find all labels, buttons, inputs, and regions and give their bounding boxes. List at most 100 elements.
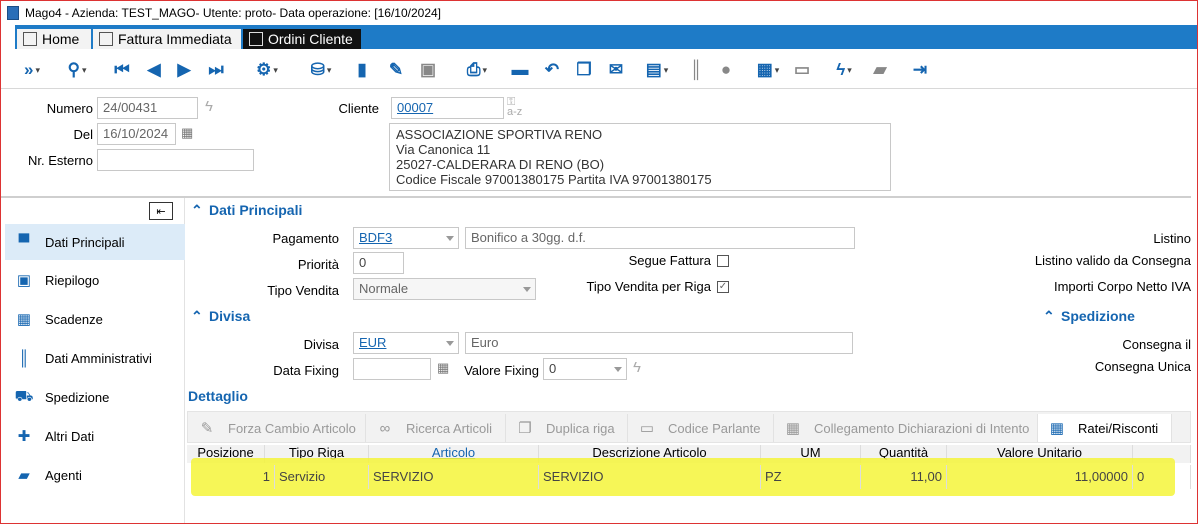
sidebar-item-agenti[interactable]: ▰ Agenti <box>5 457 185 493</box>
exit-icon[interactable]: ⇥ <box>909 59 931 81</box>
user-card-icon: ▀ <box>18 233 30 251</box>
calendar-icon: ▦ <box>16 311 32 328</box>
report-icon[interactable]: ▤ ▾ <box>637 59 677 81</box>
collapse-sidebar-icon[interactable]: ⇤ <box>149 202 173 220</box>
tab-fattura-immediata[interactable]: Fattura Immediata <box>93 29 241 49</box>
sidebar-item-spedizione[interactable]: ⛟ Spedizione <box>5 379 185 415</box>
calendar-icon[interactable]: ▦ <box>437 360 449 376</box>
add-data-icon: ✚ <box>17 428 31 445</box>
sidebar-item-altri-dati[interactable]: ✚ Altri Dati <box>5 418 185 454</box>
edit-icon[interactable]: ✎ <box>385 59 407 81</box>
data-fixing-label: Data Fixing <box>273 363 339 378</box>
priorita-label: Priorità <box>297 257 339 272</box>
save-icon[interactable]: ▣ <box>417 59 439 81</box>
lightning-icon[interactable]: ϟ ▾ <box>825 59 863 81</box>
tab-ordini-cliente[interactable]: Ordini Cliente <box>243 29 361 49</box>
listino-label: Listino <box>1153 231 1191 246</box>
settings-icon[interactable]: ⚙ ▾ <box>247 59 287 81</box>
app-window: Mago4 - Azienda: TEST_MAGO- Utente: prot… <box>0 0 1198 524</box>
duplica-riga-button[interactable]: ❐ Duplica riga <box>506 414 628 442</box>
chevron-down-icon <box>523 287 531 292</box>
divisa-label: Divisa <box>303 337 339 352</box>
truck-icon: ⛟ <box>14 387 34 405</box>
user-icon[interactable]: ● <box>715 59 737 81</box>
detail-grid: Posizione Tipo Riga Articolo Descrizione… <box>187 445 1191 505</box>
ricerca-articoli-button[interactable]: ∞ Ricerca Articoli <box>366 414 506 442</box>
ratei-risconti-button[interactable]: ▦ Ratei/Risconti <box>1038 414 1172 442</box>
segue-fattura-checkbox[interactable] <box>717 255 729 267</box>
del-label: Del <box>73 127 93 142</box>
mail-icon[interactable]: ✉ <box>605 59 627 81</box>
database-icon[interactable]: ⛁ ▾ <box>301 59 341 81</box>
calendar-icon[interactable]: ▦ <box>181 125 193 141</box>
cell-descrizione[interactable]: SERVIZIO <box>539 465 761 489</box>
sidebar-item-scadenze[interactable]: ▦ Scadenze <box>5 301 185 337</box>
briefcase-icon[interactable]: ▰ <box>869 59 891 81</box>
valore-fixing-field[interactable]: 0 <box>543 358 627 380</box>
pagamento-desc-field[interactable]: Bonifico a 30gg. d.f. <box>465 227 855 249</box>
chevron-down-icon[interactable] <box>446 236 454 241</box>
tipo-vendita-riga-checkbox[interactable]: ✓ <box>717 281 729 293</box>
consegna-unica-label: Consegna Unica <box>1094 359 1191 374</box>
tab-bar: Home Fattura Immediata Ordini Cliente <box>1 25 1197 49</box>
valore-fixing-label: Valore Fixing <box>464 363 539 378</box>
barcode-icon[interactable]: ║ <box>685 59 707 81</box>
collegamento-dichiarazioni-button[interactable]: ▦ Collegamento Dichiarazioni di Intento <box>774 414 1038 442</box>
next-icon[interactable]: ▶ <box>173 59 195 81</box>
calculator-icon: ▦ <box>785 420 801 437</box>
chevron-up-icon: ⌃ <box>191 308 203 324</box>
cell-tipo-riga[interactable]: Servizio <box>275 465 369 489</box>
section-spedizione[interactable]: ⌃ Spedizione <box>1043 308 1135 325</box>
forza-cambio-articolo-button[interactable]: ✎ Forza Cambio Articolo <box>188 414 366 442</box>
cliente-field[interactable]: 00007 <box>391 97 504 119</box>
chevron-down-icon[interactable] <box>614 367 622 372</box>
section-dati-principali[interactable]: ⌃ Dati Principali <box>191 202 302 219</box>
tipo-vendita-select[interactable]: Normale <box>353 278 536 300</box>
prev-icon[interactable]: ◀ <box>143 59 165 81</box>
window-title: Mago4 - Azienda: TEST_MAGO- Utente: prot… <box>25 6 442 20</box>
divisa-code-field[interactable]: EUR <box>353 332 459 354</box>
last-icon[interactable]: ⏭ <box>205 59 227 81</box>
tab-home[interactable]: Home <box>17 29 91 49</box>
del-field[interactable]: 16/10/2024 <box>97 123 176 145</box>
title-bar: Mago4 - Azienda: TEST_MAGO- Utente: prot… <box>1 1 1197 25</box>
calendar-icon[interactable]: ▭ <box>791 59 813 81</box>
pagamento-code-field[interactable]: BDF3 <box>353 227 459 249</box>
tipo-vendita-riga-label: Tipo Vendita per Riga <box>586 279 711 294</box>
sidebar-item-riepilogo[interactable]: ▣ Riepilogo <box>5 262 185 298</box>
codice-parlante-button[interactable]: ▭ Codice Parlante <box>628 414 774 442</box>
cell-extra[interactable]: 0 <box>1133 465 1191 489</box>
section-divisa[interactable]: ⌃ Divisa <box>191 308 250 325</box>
undo-icon[interactable]: ↶ <box>541 59 563 81</box>
search-icon[interactable]: ⚲ ▾ <box>59 59 95 81</box>
cell-um[interactable]: PZ <box>761 465 861 489</box>
cell-quantita[interactable]: 11,00 <box>861 465 947 489</box>
lightning-icon[interactable]: ϟ <box>205 98 213 115</box>
sidebar-item-dati-amministrativi[interactable]: ║ Dati Amministrativi <box>5 340 185 376</box>
main-toolbar: » ▾ ⚲ ▾ ⏮ ◀ ▶ ⏭ ⚙ ▾ ⛁ ▾ ▮ ✎ ▣ ⎙ ▾ ▬ ↶ ❐ ✉ ▤ ▾ … <box>1 49 1197 89</box>
new-icon[interactable]: ▮ <box>351 59 373 81</box>
chevron-down-icon[interactable] <box>446 341 454 346</box>
key-az-icon[interactable]: ⚿ a-z <box>507 97 522 118</box>
cell-articolo[interactable]: SERVIZIO <box>369 465 539 489</box>
print-icon[interactable]: ⎙ ▾ <box>457 59 497 81</box>
delete-icon[interactable]: ▬ <box>509 59 531 81</box>
binders-icon: ║ <box>18 349 30 367</box>
priorita-field[interactable]: 0 <box>353 252 404 274</box>
segue-fattura-label: Segue Fattura <box>628 253 711 268</box>
grid-icon[interactable]: ▦ ▾ <box>749 59 787 81</box>
data-fixing-field[interactable] <box>353 358 431 380</box>
cell-valore-unitario[interactable]: 11,00000 <box>947 465 1133 489</box>
first-icon[interactable]: ⏮ <box>111 59 133 81</box>
cell-posizione[interactable]: 1 <box>187 465 275 489</box>
expand-icon[interactable]: » ▾ <box>15 59 49 81</box>
copy-icon[interactable]: ❐ <box>573 59 595 81</box>
document-icon <box>99 32 113 46</box>
code-icon: ▭ <box>639 420 655 437</box>
lightning-icon[interactable]: ϟ <box>633 359 641 376</box>
divisa-desc-field[interactable]: Euro <box>465 332 853 354</box>
sidebar-item-dati-principali[interactable]: ▀ Dati Principali <box>5 224 185 260</box>
nr-esterno-field[interactable] <box>97 149 254 171</box>
chevron-up-icon: ⌃ <box>191 202 203 218</box>
numero-field[interactable]: 24/00431 <box>97 97 198 119</box>
